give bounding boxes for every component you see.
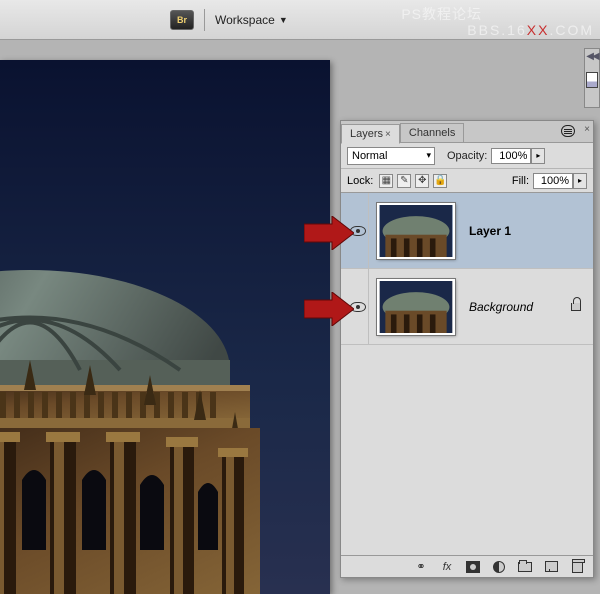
layer-thumbnail[interactable] <box>377 279 455 335</box>
adjustment-layer-icon[interactable] <box>491 560 507 574</box>
workspace-dropdown[interactable]: Workspace ▼ <box>215 13 288 27</box>
toolbar-separator <box>204 9 205 31</box>
lock-label: Lock: <box>347 175 373 187</box>
panel-menu-icon[interactable] <box>561 125 575 137</box>
watermark-text-1: PS教程论坛 <box>401 4 482 24</box>
lock-transparency-icon[interactable]: ▦ <box>379 174 393 188</box>
layers-panel: Layers× Channels × Normal ▾ Opacity: 100… <box>340 120 594 578</box>
lock-indicator-icon <box>569 300 583 314</box>
new-layer-icon[interactable] <box>543 560 559 574</box>
opacity-label: Opacity: <box>447 150 487 162</box>
lock-fill-row: Lock: ▦ ✎ ✥ 🔒 Fill: 100% ▸ <box>341 169 593 193</box>
layer-row[interactable]: Background <box>341 269 593 345</box>
canvas-area <box>0 40 332 594</box>
layers-empty-area[interactable] <box>341 345 593 555</box>
layer-name[interactable]: Layer 1 <box>469 224 511 238</box>
lock-buttons-group: ▦ ✎ ✥ 🔒 <box>379 174 447 188</box>
collapse-panels-icon[interactable]: ◀◀ <box>586 51 597 62</box>
layer-group-icon[interactable] <box>517 560 533 574</box>
layer-name[interactable]: Background <box>469 300 533 314</box>
panel-toggle-icon[interactable] <box>586 72 598 88</box>
layer-thumbnail[interactable] <box>377 203 455 259</box>
workspace-label: Workspace <box>215 13 275 27</box>
link-layers-icon[interactable] <box>413 560 429 574</box>
panel-dock-strip[interactable]: ◀◀ <box>584 48 600 108</box>
lock-pixels-icon[interactable]: ✎ <box>397 174 411 188</box>
lock-position-icon[interactable]: ✥ <box>415 174 429 188</box>
layer-row[interactable]: Layer 1 <box>341 193 593 269</box>
fill-input[interactable]: 100% <box>533 173 573 189</box>
opacity-flyout-icon[interactable]: ▸ <box>531 148 545 164</box>
blend-mode-select[interactable]: Normal ▾ <box>347 147 435 165</box>
annotation-arrow <box>304 292 354 326</box>
fill-label: Fill: <box>512 175 529 187</box>
close-icon[interactable]: × <box>385 129 391 140</box>
opacity-input[interactable]: 100% <box>491 148 531 164</box>
annotation-arrow <box>304 216 354 250</box>
blend-opacity-row: Normal ▾ Opacity: 100% ▸ <box>341 143 593 169</box>
document-image <box>0 60 330 594</box>
watermark-text-2: BBS.16XX.COM <box>467 22 594 38</box>
lock-all-icon[interactable]: 🔒 <box>433 174 447 188</box>
bridge-button[interactable]: Br <box>170 10 194 30</box>
panel-tab-bar: Layers× Channels × <box>341 121 593 143</box>
tab-layers[interactable]: Layers× <box>341 124 400 144</box>
layers-list: Layer 1 Background <box>341 193 593 555</box>
layers-panel-footer: fx <box>341 555 593 577</box>
tab-channels[interactable]: Channels <box>400 123 464 142</box>
delete-layer-icon[interactable] <box>569 560 585 574</box>
panel-close-icon[interactable]: × <box>584 124 590 135</box>
caret-down-icon: ▼ <box>279 15 288 25</box>
fill-flyout-icon[interactable]: ▸ <box>573 173 587 189</box>
chevron-down-icon: ▾ <box>426 150 434 161</box>
layer-mask-icon[interactable] <box>465 560 481 574</box>
document-window[interactable] <box>0 60 330 594</box>
layer-style-icon[interactable]: fx <box>439 560 455 574</box>
